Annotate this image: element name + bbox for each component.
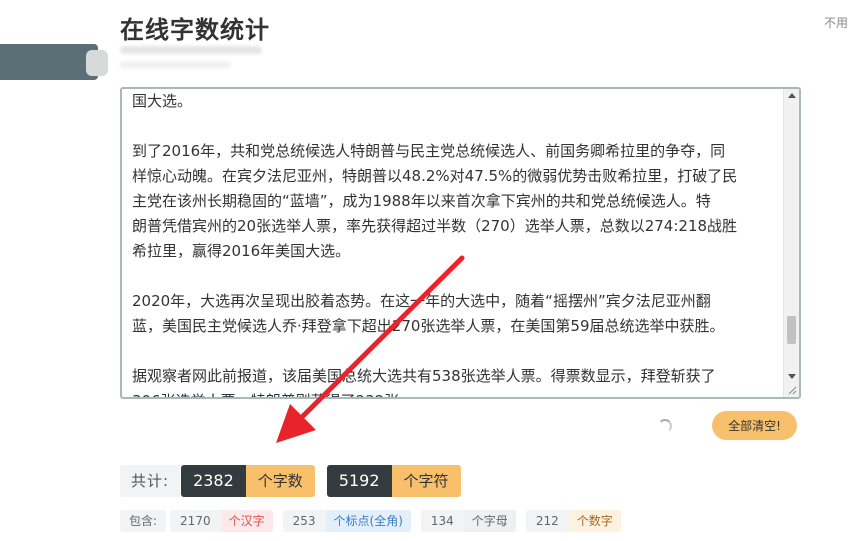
editor-line: 主党在该州长期稳固的“蓝墙”，成为1988年以来首次拿下宾州的共和党总统候选人。…: [132, 192, 711, 210]
sidebar-fragment-edge: [86, 50, 108, 76]
char-count-stat: 5192 个字符: [326, 465, 461, 497]
resize-grip-icon[interactable]: [787, 385, 797, 395]
blurred-subtitle: [120, 46, 262, 54]
hanzi-count-value: 2170: [170, 510, 221, 532]
char-count-unit: 个字符: [391, 465, 461, 497]
scroll-down-arrow-icon[interactable]: [788, 374, 796, 379]
char-count-value: 5192: [326, 465, 392, 497]
editor-line: 朗普凭借宾州的20张选举人票，率先获得超过半数（270）选举人票，总数以274:…: [132, 217, 738, 235]
text-input-area[interactable]: 国大选。 到了2016年，共和党总统候选人特朗普与民主党总统候选人、前国务卿希拉…: [120, 87, 801, 399]
digit-count-unit: 个数字: [568, 510, 621, 532]
editor-text[interactable]: 国大选。 到了2016年，共和党总统候选人特朗普与民主党总统候选人、前国务卿希拉…: [132, 89, 779, 397]
editor-line: 306张选举人票，特朗普则获得了232张。: [132, 389, 779, 397]
hanzi-count-unit: 个汉字: [220, 510, 273, 532]
editor-line-blank: [132, 264, 779, 289]
corner-link[interactable]: 不用: [824, 14, 850, 31]
editor-line: 蓝，美国民主党候选人乔·拜登拿下超出270张选举人票，在美国第59届总统选举中获…: [132, 317, 725, 335]
clear-all-button[interactable]: 全部清空!: [712, 411, 797, 440]
editor-line-blank: [132, 114, 779, 139]
editor-line-blank: [132, 339, 779, 364]
editor-line: 2020年，大选再次呈现出胶着态势。在这一年的大选中，随着“摇摆州”宾夕法尼亚州…: [132, 292, 711, 310]
punctuation-count-value: 253: [282, 510, 326, 532]
punctuation-count-unit: 个标点(全角): [325, 510, 411, 532]
editor-scrollbar[interactable]: [783, 89, 799, 397]
digit-count-badge: 212 个数字: [525, 510, 621, 532]
total-count-row: 共计: 2382 个字数 5192 个字符: [120, 465, 461, 497]
page-title: 在线字数统计: [120, 16, 270, 44]
editor-line: 到了2016年，共和党总统候选人特朗普与民主党总统候选人、前国务卿希拉里的争夺，…: [132, 142, 726, 160]
scroll-up-arrow-icon[interactable]: [788, 93, 796, 98]
digit-count-value: 212: [525, 510, 569, 532]
letter-count-badge: 134 个字母: [420, 510, 516, 532]
blurred-subtitle-line: [120, 62, 230, 68]
breakdown-row: 包含: 2170 个汉字 253 个标点(全角) 134 个字母 212 个数字: [120, 510, 621, 532]
letter-count-unit: 个字母: [463, 510, 516, 532]
editor-line: 国大选。: [132, 92, 193, 110]
word-count-unit: 个字数: [245, 465, 315, 497]
sidebar-fragment: [0, 44, 98, 80]
breakdown-label: 包含:: [120, 510, 167, 532]
total-label: 共计:: [120, 465, 181, 497]
scrollbar-thumb[interactable]: [787, 315, 796, 344]
letter-count-value: 134: [420, 510, 464, 532]
word-count-stat: 2382 个字数: [181, 465, 315, 497]
punctuation-count-badge: 253 个标点(全角): [282, 510, 411, 532]
editor-line: 希拉里，赢得2016年美国大选。: [132, 242, 351, 260]
editor-line: 据观察者网此前报道，该届美国总统大选共有538张选举人票。得票数显示，拜登斩获了: [132, 367, 716, 385]
hanzi-count-badge: 2170 个汉字: [170, 510, 273, 532]
word-count-value: 2382: [181, 465, 246, 497]
editor-line: 样惊心动魄。在宾夕法尼亚州，特朗普以48.2%对47.5%的微弱优势击败希拉里，…: [132, 167, 738, 185]
loading-spinner-icon: [658, 419, 672, 433]
